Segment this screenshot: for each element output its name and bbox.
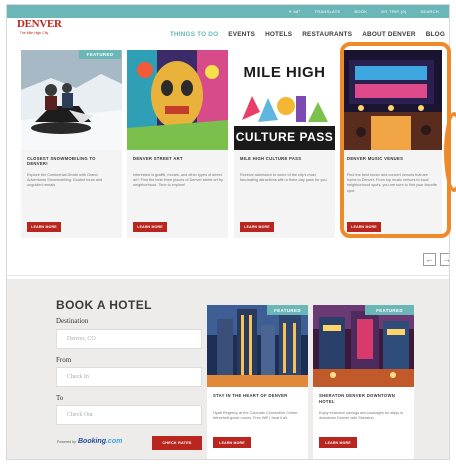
card-title: MILE HIGH CULTURE PASS <box>240 156 302 161</box>
check-rates-button[interactable]: CHECK RATES <box>152 436 202 450</box>
featured-badge: FEATURED <box>267 305 308 315</box>
site-logo[interactable]: DENVER The Mile High City <box>17 18 62 36</box>
hotel-card-sheraton[interactable]: FEATURED SHERATON DENVER DOWNTOWN HOTEL … <box>313 305 414 459</box>
destination-label: Destination <box>56 317 89 325</box>
nav-about-denver[interactable]: ABOUT DENVER <box>362 31 416 38</box>
logo-wordmark: DENVER <box>17 18 62 30</box>
check-in-input[interactable]: Check In <box>56 367 202 387</box>
translate-link[interactable]: TRANSLATE <box>314 9 340 14</box>
carousel-controls: ← → <box>423 253 449 266</box>
card-street-art[interactable]: DENVER STREET ART Interested in graffiti… <box>127 50 228 238</box>
hotel-card-description: Hyatt Regency at the Colorado Convention… <box>213 411 298 421</box>
nav-blog[interactable]: BLOG <box>426 31 445 38</box>
arrow-left-icon[interactable]: ← <box>423 253 436 266</box>
hotel-card-title: SHERATON DENVER DOWNTOWN HOTEL <box>319 393 396 404</box>
book-hotel-section: BOOK A HOTEL Destination Denver, CO From… <box>7 279 449 459</box>
my-trip-link[interactable]: MY TRIP (0) <box>381 9 406 14</box>
nav-events[interactable]: EVENTS <box>228 31 255 38</box>
search-link[interactable]: SEARCH <box>421 9 439 14</box>
learn-more-button[interactable]: LEARN MORE <box>319 437 357 448</box>
card-title: DENVER STREET ART <box>133 156 183 161</box>
snowmobile-image <box>21 50 122 150</box>
featured-badge: FEATURED <box>365 305 414 315</box>
culture-pass-poster: MILE HIGH CULTURE PASS <box>234 50 335 150</box>
card-description: Receive admission to some of the city's … <box>240 173 328 183</box>
weather-link[interactable]: ☀ 68° <box>288 9 300 14</box>
powered-by-text: Powered by <box>57 439 76 444</box>
section-divider <box>7 275 449 276</box>
card-description: Explore the Continental Divide with Gran… <box>27 173 103 188</box>
nav-hotels[interactable]: HOTELS <box>265 31 292 38</box>
card-title: CLOSEST SNOWMOBILING TO DENVER! <box>27 156 96 167</box>
learn-more-button[interactable]: LEARN MORE <box>27 222 61 232</box>
powered-by-booking: Powered by Booking .com <box>57 438 122 445</box>
section-title: BOOK A HOTEL <box>56 298 152 312</box>
to-label: To <box>56 394 64 402</box>
card-description: Interested in graffiti, murals, and othe… <box>133 173 223 188</box>
hotel-image-night-street <box>313 305 414 387</box>
highlight-annotation <box>340 42 451 238</box>
street-art-image <box>127 50 228 150</box>
nav-restaurants[interactable]: RESTAURANTS <box>302 31 352 38</box>
hotel-card-description: Enjoy exclusive savings and packages for… <box>319 411 404 421</box>
arrow-right-icon[interactable]: → <box>440 253 449 266</box>
nav-things-to-do[interactable]: THINGS TO DO <box>170 31 218 38</box>
learn-more-button[interactable]: LEARN MORE <box>213 437 251 448</box>
hotel-card-title: STAY IN THE HEART OF DENVER <box>213 393 288 398</box>
check-out-input[interactable]: Check Out <box>56 405 202 425</box>
learn-more-button[interactable]: LEARN MORE <box>240 222 274 232</box>
hotel-image-skyline <box>207 305 308 387</box>
poster-line-2: CULTURE PASS <box>235 130 334 144</box>
booking-logo-suffix: .com <box>105 438 123 445</box>
learn-more-button[interactable]: LEARN MORE <box>133 222 167 232</box>
card-culture-pass[interactable]: MILE HIGH CULTURE PASS MILE HIGH CULTURE… <box>234 50 335 238</box>
booking-logo: Booking <box>77 438 106 445</box>
main-nav: THINGS TO DO EVENTS HOTELS RESTAURANTS A… <box>170 31 445 38</box>
from-label: From <box>56 356 72 364</box>
featured-badge: FEATURED <box>79 50 121 59</box>
destination-input[interactable]: Denver, CO <box>56 329 202 349</box>
logo-tagline: The Mile High City <box>19 31 49 35</box>
card-snowmobiling[interactable]: FEATURED CLOSEST SNOWMOBILING TO DENVER!… <box>21 50 122 238</box>
book-link[interactable]: BOOK <box>354 9 367 14</box>
hotel-card-hyatt[interactable]: FEATURED STAY IN THE HEART OF DENVER Hya… <box>207 305 308 459</box>
utility-bar: ☀ 68° TRANSLATE BOOK MY TRIP (0) SEARCH <box>7 5 449 18</box>
